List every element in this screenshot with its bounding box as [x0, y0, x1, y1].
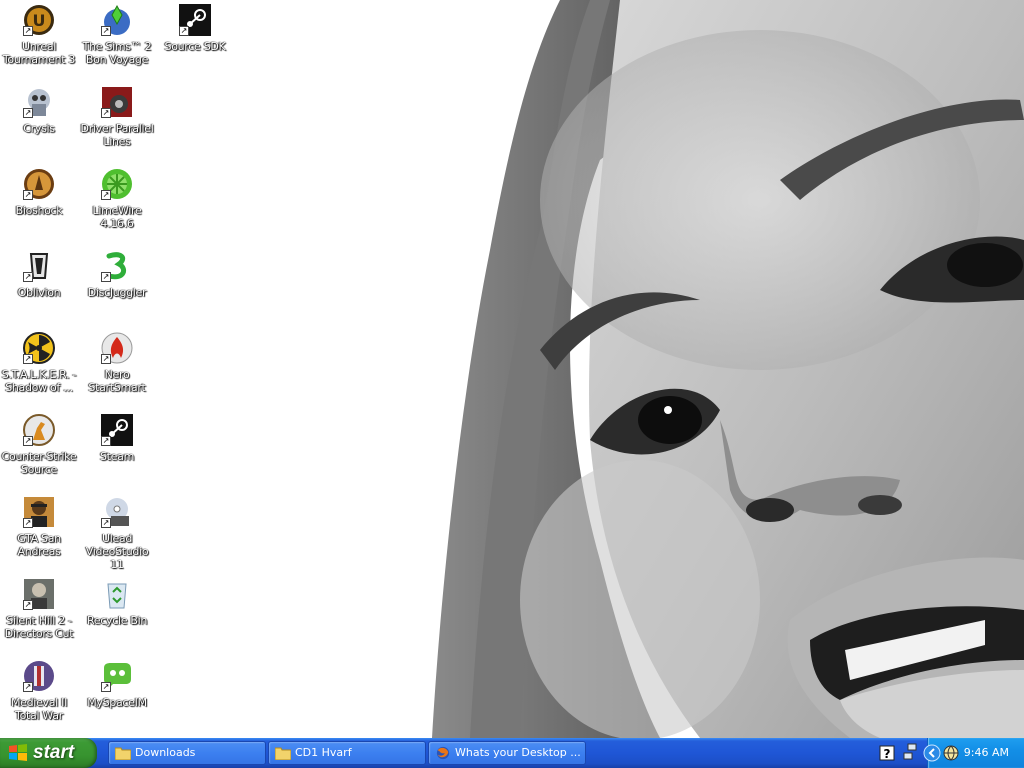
desktop-icon-label: Counter-Strike Source	[1, 450, 77, 476]
desktop-icon-source-sdk[interactable]: ↗ Source SDK	[156, 2, 234, 53]
desktop-icon-recycle-bin[interactable]: Recycle Bin	[78, 576, 156, 627]
desktop-icon-discjuggler[interactable]: ↗ DiscJuggler	[78, 248, 156, 299]
desktop-icon-label: Oblivion	[17, 286, 61, 299]
desktop-icon-sims[interactable]: ↗ The Sims™ 2 Bon Voyage	[78, 2, 156, 66]
discjuggler-icon: ↗	[101, 250, 133, 282]
limewire-icon: ↗	[101, 168, 133, 200]
medieval-icon: ↗	[23, 660, 55, 692]
desktop-icon-unreal-tournament[interactable]: U ↗ Unreal Tournament 3	[0, 2, 78, 66]
desktop-icon-label: Nero StartSmart	[88, 368, 146, 394]
counter-strike-icon: ↗	[23, 414, 55, 446]
desktop-icon-label: GTA San Andreas	[17, 532, 61, 558]
desktop-icon-label: Ulead VideoStudio 11	[85, 532, 149, 571]
taskbar-button-downloads[interactable]: Downloads	[108, 741, 266, 765]
globe-icon[interactable]	[943, 745, 959, 761]
start-label: start	[33, 742, 75, 763]
desktop-icon-label: Unreal Tournament 3	[2, 40, 76, 66]
taskbar-button-firefox[interactable]: Whats your Desktop ...	[428, 741, 586, 765]
desktop-icon-crysis[interactable]: ↗ Crysis	[0, 84, 78, 135]
desktop-icon-counter-strike[interactable]: ↗ Counter-Strike Source	[0, 412, 78, 476]
desktop-icon-label: Driver Parallel Lines	[80, 122, 154, 148]
desktop-icon-label: The Sims™ 2 Bon Voyage	[82, 40, 152, 66]
desktop-icon-medieval[interactable]: ↗ Medieval II Total War	[0, 658, 78, 722]
clock[interactable]: 9:46 AM	[964, 738, 1009, 768]
driver-icon: ↗	[101, 86, 133, 118]
desktop-icon-oblivion[interactable]: ↗ Oblivion	[0, 248, 78, 299]
desktop-icon-label: Silent Hill 2 - Directors Cut	[4, 614, 74, 640]
task-label: Downloads	[135, 746, 196, 759]
task-label: CD1 Hvarf	[295, 746, 352, 759]
desktop-icon-steam[interactable]: ↗ Steam	[78, 412, 156, 463]
show-hidden-icon[interactable]	[923, 744, 941, 762]
taskbar: start Downloads CD1 Hvarf Whats your Des…	[0, 738, 1024, 768]
desktop-icon-label: DiscJuggler	[87, 286, 147, 299]
svg-text:U: U	[33, 11, 46, 30]
help-icon[interactable]: ?	[879, 745, 895, 761]
desktop-icon-nero[interactable]: ↗ Nero StartSmart	[78, 330, 156, 394]
desktop-icon-label: LimeWire 4.16.6	[92, 204, 142, 230]
network-icon[interactable]	[902, 743, 918, 763]
gta-icon: ↗	[23, 496, 55, 528]
desktop-icon-bioshock[interactable]: ↗ Bioshock	[0, 166, 78, 217]
task-label: Whats your Desktop ...	[455, 746, 581, 759]
start-button[interactable]: start	[0, 738, 97, 768]
taskbar-button-cd1-hvarf[interactable]: CD1 Hvarf	[268, 741, 426, 765]
desktop-icon-label: MySpaceIM	[87, 696, 147, 709]
oblivion-icon: ↗	[23, 250, 55, 282]
stalker-icon: ↗	[23, 332, 55, 364]
crysis-icon: ↗	[23, 86, 55, 118]
steam-icon: ↗	[101, 414, 133, 446]
desktop-icon-myspaceim[interactable]: ↗ MySpaceIM	[78, 658, 156, 709]
nero-icon: ↗	[101, 332, 133, 364]
ulead-icon: ↗	[101, 496, 133, 528]
sims-icon: ↗	[101, 4, 133, 36]
windows-logo-icon	[9, 744, 27, 761]
steam-icon: ↗	[179, 4, 211, 36]
desktop-icon-silent-hill[interactable]: ↗ Silent Hill 2 - Directors Cut	[0, 576, 78, 640]
bioshock-icon: ↗	[23, 168, 55, 200]
desktop-icon-stalker[interactable]: ↗ S.T.A.L.K.E.R. - Shadow of ...	[0, 330, 78, 394]
desktop-icon-label: Crysis	[23, 122, 55, 135]
firefox-icon	[436, 746, 450, 760]
system-tray: 9:46 AM	[923, 738, 1024, 768]
svg-text:?: ?	[884, 747, 891, 761]
desktop-icon-label: Steam	[99, 450, 135, 463]
silent-hill-icon: ↗	[23, 578, 55, 610]
myspaceim-icon: ↗	[101, 660, 133, 692]
desktop-icon-ulead[interactable]: ↗ Ulead VideoStudio 11	[78, 494, 156, 571]
desktop-icon-label: Bioshock	[15, 204, 63, 217]
recycle-bin-icon	[101, 578, 133, 610]
desktop-icon-limewire[interactable]: ↗ LimeWire 4.16.6	[78, 166, 156, 230]
desktop-icon-driver[interactable]: ↗ Driver Parallel Lines	[78, 84, 156, 148]
desktop-icon-label: Medieval II Total War	[10, 696, 68, 722]
desktop-icon-gta[interactable]: ↗ GTA San Andreas	[0, 494, 78, 558]
desktop-icon-label: Source SDK	[164, 40, 226, 53]
folder-icon	[115, 747, 131, 760]
unreal-tournament-icon: U ↗	[23, 4, 55, 36]
desktop-icon-label: Recycle Bin	[86, 614, 148, 627]
folder-icon	[275, 747, 291, 760]
desktop-icon-label: S.T.A.L.K.E.R. - Shadow of ...	[1, 368, 77, 394]
